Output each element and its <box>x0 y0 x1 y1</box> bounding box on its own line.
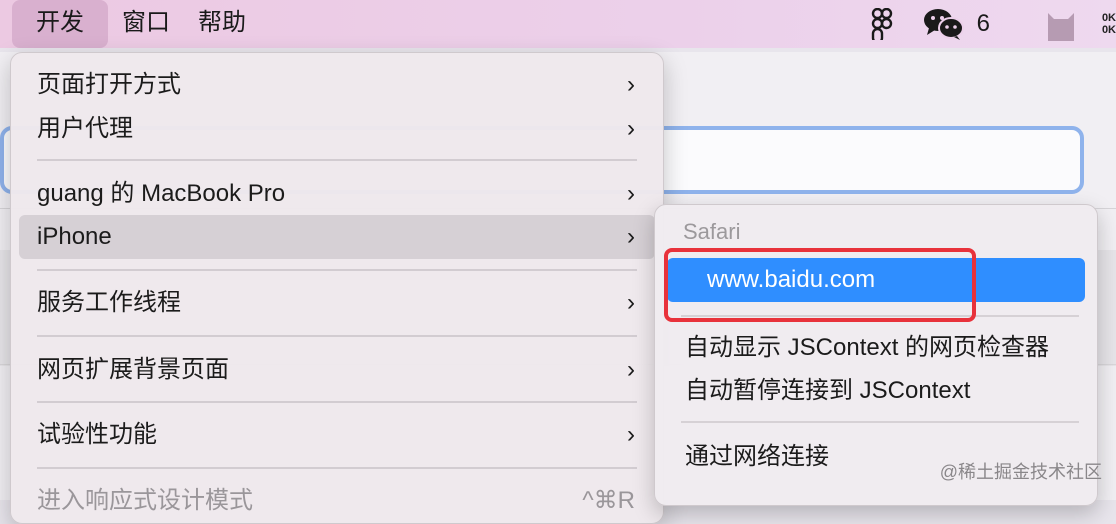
annotation-highlight-box <box>664 248 976 322</box>
menu-item-label: 试验性功能 <box>37 421 157 448</box>
menubar-item-develop[interactable]: 开发 <box>12 0 108 48</box>
wechat-icon[interactable] <box>923 7 965 41</box>
menu-separator <box>37 335 637 337</box>
submenu-item-label: 自动暂停连接到 JSContext <box>685 377 971 404</box>
menu-item-label: iPhone <box>37 223 112 250</box>
menu-item-service-workers[interactable]: 服务工作线程 › <box>19 281 655 325</box>
chevron-right-icon: › <box>627 180 635 207</box>
menu-item-macbook-pro[interactable]: guang 的 MacBook Pro › <box>19 172 655 216</box>
menu-separator <box>37 159 637 161</box>
submenu-item-auto-show-inspector[interactable]: 自动显示 JSContext 的网页检查器 <box>667 326 1085 370</box>
menu-item-responsive-design-mode[interactable]: 进入响应式设计模式 ^⌘R <box>19 479 655 523</box>
cat-icon[interactable] <box>1046 7 1076 41</box>
download-rate: 0K <box>1101 24 1116 36</box>
watermark: @稀土掘金技术社区 <box>940 458 1102 484</box>
menu-item-label: 进入响应式设计模式 <box>37 487 253 514</box>
chevron-right-icon: › <box>627 115 635 142</box>
menu-separator <box>37 269 637 271</box>
submenu-item-label: 通过网络连接 <box>685 443 829 470</box>
menu-item-label: 网页扩展背景页面 <box>37 356 229 383</box>
develop-menu: 页面打开方式 › 用户代理 › guang 的 MacBook Pro › iP… <box>10 52 664 524</box>
chevron-right-icon: › <box>627 421 635 448</box>
wechat-unread-count: 6 <box>976 10 990 37</box>
menubar-item-window[interactable]: 窗口 <box>108 0 184 48</box>
submenu-separator <box>681 421 1079 423</box>
menu-item-open-page-with[interactable]: 页面打开方式 › <box>19 63 655 107</box>
upload-rate: 0K <box>1101 12 1116 24</box>
figma-icon[interactable] <box>871 8 893 40</box>
menu-item-label: 页面打开方式 <box>37 71 181 98</box>
chevron-right-icon: › <box>627 356 635 383</box>
chevron-right-icon: › <box>627 223 635 250</box>
menu-item-label: 服务工作线程 <box>37 289 181 316</box>
submenu-item-auto-pause[interactable]: 自动暂停连接到 JSContext <box>667 369 1085 413</box>
menu-separator <box>37 401 637 403</box>
chevron-right-icon: › <box>627 289 635 316</box>
menubar-item-help[interactable]: 帮助 <box>184 0 260 48</box>
menu-item-web-extension-background[interactable]: 网页扩展背景页面 › <box>19 348 655 392</box>
network-status: 0K 0K <box>1102 12 1116 36</box>
menu-bar: 开发 窗口 帮助 6 0K 0K <box>0 0 1116 48</box>
menu-item-label: guang 的 MacBook Pro <box>37 180 286 207</box>
menu-item-experimental-features[interactable]: 试验性功能 › <box>19 413 655 457</box>
watermark-text: @稀土掘金技术社区 <box>939 462 1102 482</box>
chevron-right-icon: › <box>627 71 635 98</box>
menu-separator <box>37 467 637 469</box>
submenu-item-label: 自动显示 JSContext 的网页检查器 <box>685 334 1050 361</box>
shortcut-label: ^⌘R <box>582 487 635 514</box>
menu-item-label: 用户代理 <box>37 115 133 142</box>
submenu-section-header: Safari <box>683 219 741 244</box>
menu-item-iphone[interactable]: iPhone › <box>19 215 655 259</box>
menu-item-user-agent[interactable]: 用户代理 › <box>19 107 655 151</box>
